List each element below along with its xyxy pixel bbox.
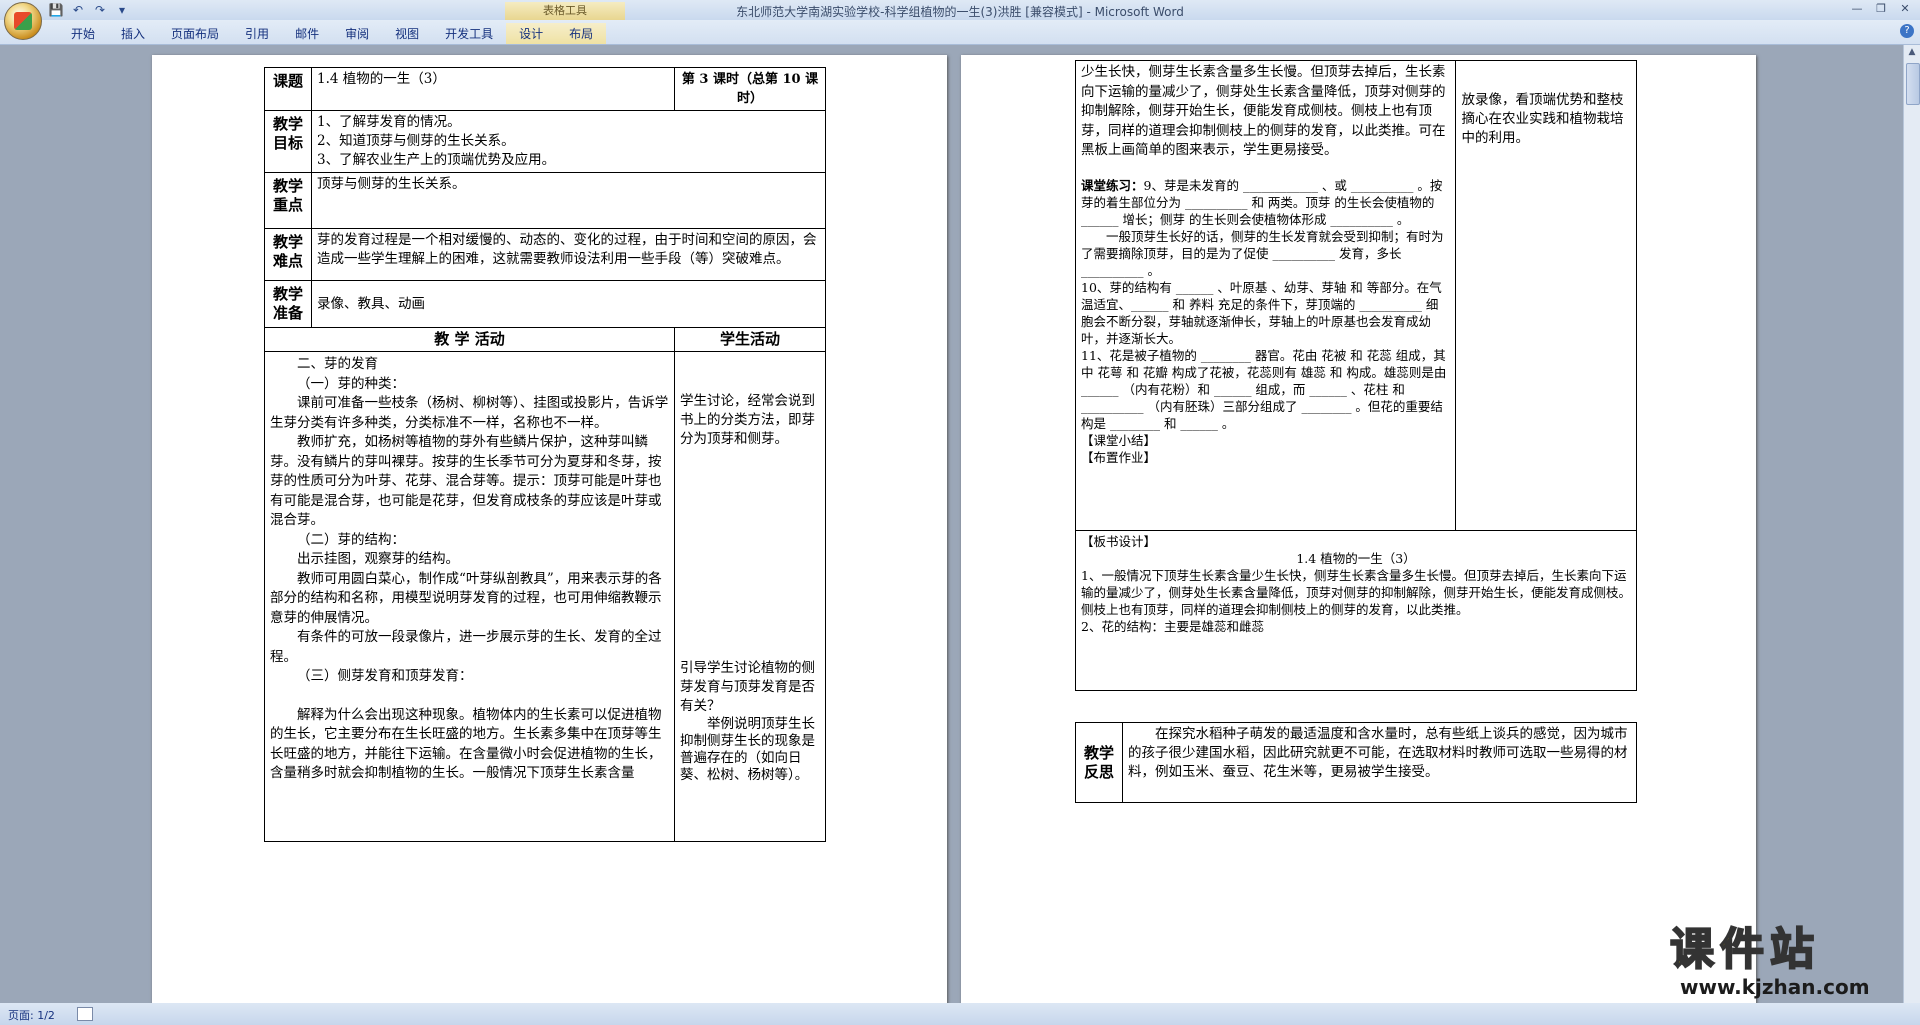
- activity-para: 教师扩充，如杨树等植物的芽外有些鳞片保护，这种芽叫鳞芽。没有鳞片的芽叫裸芽。按芽…: [270, 434, 662, 528]
- practice-item: 10、芽的结构有 ______ 、叶原基 、幼芽、芽轴 和 等部分。在气温适宜、…: [1081, 279, 1442, 346]
- help-icon[interactable]: ?: [1900, 24, 1914, 38]
- window-title: 东北师范大学南湖实验学校-科学组植物的一生(3)洪胜 [兼容模式] - Micr…: [736, 5, 1184, 19]
- student-note: 举例说明顶芽生长抑制侧芽生长的现象是普遍存在的（如向日葵、松树、杨树等）。: [679, 716, 815, 783]
- difficulty-label: 教学难点: [264, 228, 312, 281]
- title-bar: 💾 ↶ ↷ ▾ 表格工具 东北师范大学南湖实验学校-科学组植物的一生(3)洪胜 …: [0, 0, 1920, 20]
- prep-value: 录像、教具、动画: [311, 280, 826, 328]
- site-watermark: 课件站 www.kjzhan.com: [1669, 924, 1870, 1000]
- scroll-thumb[interactable]: [1906, 63, 1920, 105]
- reflection-table: 教学反思 在探究水稻种子萌发的最适温度和含水量时，总有些纸上谈兵的感觉，因为城市…: [1075, 722, 1637, 803]
- vertical-scrollbar[interactable]: ▲: [1903, 45, 1920, 1003]
- minimize-icon[interactable]: —: [1846, 1, 1868, 17]
- ribbon-tab[interactable]: 引用: [232, 23, 282, 44]
- key-value: 顶芽与侧芽的生长关系。: [311, 172, 826, 229]
- page-1: 课题 1.4 植物的一生（3） 第 3 课时（总第 10 课时） 教学目标 1、…: [152, 55, 947, 1003]
- activity-para: （一）芽的种类：: [297, 375, 405, 392]
- activity-para: 教师可用圆白菜心，制作成“叶芽纵剖教具”，用来表示芽的各部分的结构和名称，用模型…: [270, 570, 662, 626]
- practice-title: 课堂练习：: [1081, 177, 1144, 193]
- ribbon-tabs: 开始 插入 页面布局 引用 邮件 审阅 视图 开发工具 设计 布局: [58, 23, 607, 44]
- watermark-url: www.kjzhan.com: [1680, 975, 1870, 999]
- page-2: 少生长快，侧芽生长素含量多生长慢。但顶芽去掉后，生长素向下运输的量减少了，侧芽处…: [961, 55, 1756, 1003]
- ribbon-tab[interactable]: 设计: [506, 23, 557, 44]
- ribbon-tab[interactable]: 开始: [58, 23, 108, 44]
- window-controls: — ❐ ✕: [1846, 1, 1916, 17]
- practice-item: 课堂练习：9、芽是未发育的 ____________ 、或 __________…: [1081, 177, 1450, 228]
- activity-header: 教 学 活动: [264, 327, 675, 352]
- activity-para: 解释为什么会出现这种现象。植物体内的生长素可以促进植物的生长，它主要分布在生长旺…: [270, 706, 662, 782]
- topic-value: 1.4 植物的一生（3）: [311, 67, 675, 111]
- ribbon-tab[interactable]: 页面布局: [158, 23, 232, 44]
- board-title: 1.4 植物的一生（3）: [1296, 551, 1416, 566]
- status-bar: 页面: 1/2: [0, 1003, 1920, 1025]
- goal-item: 3、了解农业生产上的顶端优势及应用。: [317, 152, 556, 168]
- goals-cell: 1、了解芽发育的情况。 2、知道顶芽与侧芽的生长关系。 3、了解农业生产上的顶端…: [311, 110, 826, 173]
- reflect-value: 在探究水稻种子萌发的最适温度和含水量时，总有些纸上谈兵的感觉，因为城市的孩子很少…: [1122, 722, 1637, 803]
- ribbon-tab[interactable]: 插入: [108, 23, 158, 44]
- activity-para: 有条件的可放一段录像片，进一步展示芽的生长、发育的全过程。: [270, 629, 662, 665]
- watermark-logo: 课件站: [1669, 924, 1820, 976]
- activity-para: 二、芽的发育: [297, 356, 378, 372]
- lesson-plan-table: 课题 1.4 植物的一生（3） 第 3 课时（总第 10 课时） 教学目标 1、…: [264, 67, 827, 842]
- activity-para: 出示挂图，观察芽的结构。: [297, 551, 459, 567]
- ribbon-tab[interactable]: 布局: [556, 23, 607, 44]
- side-note: 放录像，看顶端优势和整枝摘心在农业实践和植物栽培中的利用。: [1461, 92, 1624, 146]
- lesson-number: 第 3 课时（总第 10 课时）: [673, 67, 827, 111]
- ribbon: 开始 插入 页面布局 引用 邮件 审阅 视图 开发工具 设计 布局 ?: [0, 20, 1920, 45]
- content-cell: 少生长快，侧芽生长素含量多生长慢。但顶芽去掉后，生长素向下运输的量减少了，侧芽处…: [1074, 60, 1457, 531]
- board-line: 2、花的结构：主要是雄蕊和雌蕊: [1081, 619, 1264, 634]
- goal-item: 2、知道顶芽与侧芽的生长关系。: [317, 133, 515, 149]
- office-button[interactable]: [4, 2, 42, 40]
- office-logo-icon: [14, 12, 32, 30]
- content-para: 少生长快，侧芽生长素含量多生长慢。但顶芽去掉后，生长素向下运输的量减少了，侧芽处…: [1081, 64, 1446, 158]
- board-line: 1、一般情况下顶芽生长素含量少生长快，侧芽生长素含量多生长慢。但顶芽去掉后，生长…: [1081, 568, 1632, 617]
- activity-para: 课前可准备一些枝条（杨树、柳树等）、挂图或投影片，告诉学生芽分类有许多种类，分类…: [270, 395, 669, 431]
- restore-icon[interactable]: ❐: [1870, 1, 1892, 17]
- ribbon-tab[interactable]: 邮件: [282, 23, 332, 44]
- activity-cell: 二、芽的发育 （一）芽的种类： 课前可准备一些枝条（杨树、柳树等）、挂图或投影片…: [264, 351, 675, 842]
- topic-label: 课题: [264, 67, 312, 111]
- homework-label: 【布置作业】: [1081, 449, 1157, 465]
- board-cell: 【板书设计】 1.4 植物的一生（3） 1、一般情况下顶芽生长素含量少生长快，侧…: [1075, 530, 1637, 691]
- summary-label: 【课堂小结】: [1081, 432, 1157, 448]
- ribbon-tab[interactable]: 审阅: [332, 23, 382, 44]
- goal-item: 1、了解芽发育的情况。: [317, 114, 461, 130]
- student-note: 引导学生讨论植物的侧芽发育与顶芽发育是否有关？: [679, 660, 815, 714]
- student-header: 学生活动: [673, 327, 827, 352]
- student-note: 学生讨论，经常会说到书上的分类方法，即芽分为顶芽和侧芽。: [679, 393, 815, 447]
- goals-label: 教学目标: [264, 110, 312, 173]
- student-cell: 学生讨论，经常会说到书上的分类方法，即芽分为顶芽和侧芽。 引导学生讨论植物的侧芽…: [673, 351, 827, 842]
- reflect-label: 教学反思: [1075, 722, 1123, 803]
- activity-para: （三）侧芽发育和顶芽发育：: [297, 668, 473, 684]
- board-label: 【板书设计】: [1081, 534, 1157, 549]
- difficulty-value: 芽的发育过程是一个相对缓慢的、动态的、变化的过程，由于时间和空间的原因，会造成一…: [311, 228, 826, 281]
- close-icon[interactable]: ✕: [1894, 1, 1916, 17]
- ribbon-tab[interactable]: 视图: [382, 23, 432, 44]
- key-label: 教学重点: [264, 172, 312, 229]
- page-count[interactable]: 页面: 1/2: [8, 1007, 55, 1023]
- practice-item: 一般顶芽生长好的话，侧芽的生长发育就会受到抑制；有时为了需要摘除顶芽，目的是为了…: [1081, 228, 1444, 278]
- practice-block: 课堂练习：9、芽是未发育的 ____________ 、或 __________…: [1081, 177, 1450, 466]
- side-cell: 放录像，看顶端优势和整枝摘心在农业实践和植物栽培中的利用。: [1455, 60, 1637, 531]
- practice-item: 11、花是被子植物的 ________ 器官。花由 花被 和 花蕊 组成，其中 …: [1081, 347, 1447, 431]
- lesson-plan-table-cont: 少生长快，侧芽生长素含量多生长慢。但顶芽去掉后，生长素向下运输的量减少了，侧芽处…: [1074, 60, 1637, 691]
- activity-para: （二）芽的结构：: [297, 531, 405, 548]
- prep-label: 教学准备: [264, 280, 312, 328]
- document-workspace: 课题 1.4 植物的一生（3） 第 3 课时（总第 10 课时） 教学目标 1、…: [0, 45, 1904, 1003]
- proofing-icon[interactable]: [77, 1007, 93, 1021]
- ribbon-tab[interactable]: 开发工具: [432, 23, 506, 44]
- scroll-up-icon[interactable]: ▲: [1904, 45, 1920, 59]
